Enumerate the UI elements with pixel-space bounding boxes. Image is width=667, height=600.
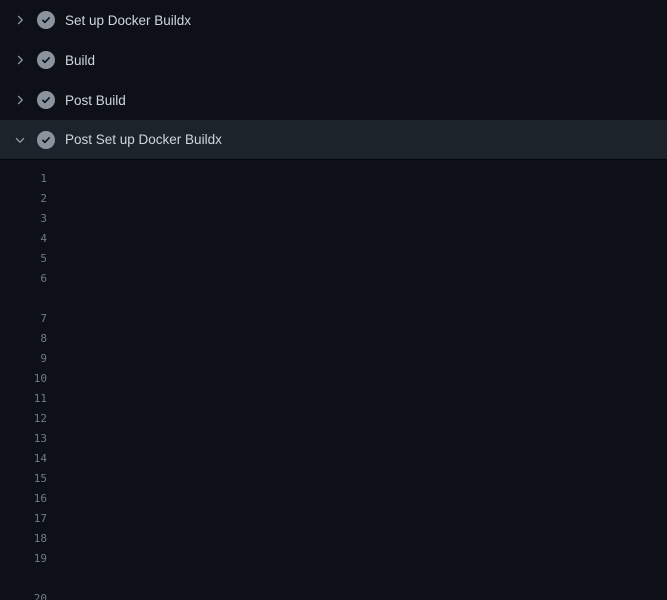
log-line: 14 time="2021-04-23T18:02:38Z" level=deb… bbox=[0, 449, 667, 469]
log-line-number[interactable]: 12 bbox=[0, 409, 47, 429]
log-line: 10 time="2021-04-23T18:02:37Z" level=inf… bbox=[0, 369, 667, 389]
chevron-right-icon[interactable] bbox=[12, 52, 28, 68]
log-line: 17 time="2021-04-23T18:02:38Z" level=deb… bbox=[0, 509, 667, 529]
log-line-number[interactable]: 3 bbox=[0, 209, 47, 229]
log-line-number[interactable]: 13 bbox=[0, 429, 47, 449]
log-line-number[interactable]: 5 bbox=[0, 249, 47, 269]
log-line: 15 time="2021-04-23T18:02:38Z" level=deb… bbox=[0, 469, 667, 489]
log-line-continuation: linux/riscv64 linux/ppc64le linux/s390x … bbox=[0, 289, 667, 309]
chevron-right-icon[interactable] bbox=[12, 92, 28, 108]
log-line-number[interactable]: 10 bbox=[0, 369, 47, 389]
log-line-number[interactable]: 8 bbox=[0, 329, 47, 349]
step-header-build[interactable]: Build bbox=[0, 40, 667, 80]
log-area: 1 Post job cleanup. 2 ▼ BuildKit contain… bbox=[0, 160, 667, 600]
log-line-number[interactable]: 14 bbox=[0, 449, 47, 469]
actions-log-viewer: Set up Docker Buildx Build Post Build bbox=[0, 0, 667, 600]
log-line-number[interactable]: 6 bbox=[0, 269, 47, 289]
log-line-number[interactable]: 7 bbox=[0, 309, 47, 329]
log-line: 20 time="2021-04-23T18:02:38Z" level=deb… bbox=[0, 589, 667, 600]
log-line-number[interactable]: 18 bbox=[0, 529, 47, 549]
step-header-post-build[interactable]: Post Build bbox=[0, 80, 667, 120]
chevron-right-icon[interactable] bbox=[12, 12, 28, 28]
step-label: Post Build bbox=[65, 93, 126, 108]
check-circle-icon bbox=[37, 131, 55, 149]
log-command-line: 3 /usr/bin/docker logs buildx_buildkit_b… bbox=[0, 209, 667, 229]
step-header-set-up-docker-buildx[interactable]: Set up Docker Buildx bbox=[0, 0, 667, 40]
check-circle-icon bbox=[37, 51, 55, 69]
log-group-line: 2 ▼ BuildKit container logs bbox=[0, 189, 667, 209]
log-line-number[interactable]: 19 bbox=[0, 549, 47, 569]
log-line-number[interactable]: 17 bbox=[0, 509, 47, 529]
steps-list: Set up Docker Buildx Build Post Build bbox=[0, 0, 667, 160]
log-line: 9 time="2021-04-23T18:02:37Z" level=warn… bbox=[0, 349, 667, 369]
step-header-post-set-up-docker-buildx[interactable]: Post Set up Docker Buildx bbox=[0, 120, 667, 160]
log-line: 6 time="2021-04-23T18:02:37Z" level=info… bbox=[0, 269, 667, 289]
log-line: 4 time="2021-04-23T18:02:37Z" level=info… bbox=[0, 229, 667, 249]
log-line-number[interactable]: 4 bbox=[0, 229, 47, 249]
log-line: 5 time="2021-04-23T18:02:37Z" level=warn… bbox=[0, 249, 667, 269]
log-line: 19 time="2021-04-23T18:02:38Z" level=deb… bbox=[0, 549, 667, 569]
log-line: 7 time="2021-04-23T18:02:37Z" level=warn… bbox=[0, 309, 667, 329]
log-line-number[interactable]: 2 bbox=[0, 189, 47, 209]
log-line: 12 time="2021-04-23T18:02:38Z" level=deb… bbox=[0, 409, 667, 429]
chevron-down-icon[interactable] bbox=[12, 132, 28, 148]
check-circle-icon bbox=[37, 11, 55, 29]
log-line: 18 time="2021-04-23T18:02:38Z" level=deb… bbox=[0, 529, 667, 549]
check-circle-icon bbox=[37, 91, 55, 109]
log-line: 8 time="2021-04-23T18:02:37Z" level=info… bbox=[0, 329, 667, 349]
log-line: 13 time="2021-04-23T18:02:38Z" level=deb… bbox=[0, 429, 667, 449]
log-line: 11 time="2021-04-23T18:02:38Z" level=deb… bbox=[0, 389, 667, 409]
step-label: Build bbox=[65, 53, 95, 68]
log-line-number[interactable]: 15 bbox=[0, 469, 47, 489]
log-line-number[interactable]: 11 bbox=[0, 389, 47, 409]
log-line-number[interactable]: 9 bbox=[0, 349, 47, 369]
step-label: Set up Docker Buildx bbox=[65, 13, 191, 28]
log-line-number[interactable]: 16 bbox=[0, 489, 47, 509]
log-line-number[interactable]: 1 bbox=[0, 169, 47, 189]
log-line-number[interactable]: 20 bbox=[0, 589, 47, 600]
log-line-continuation: application/vnd.oci.image.index.v1+json,… bbox=[0, 569, 667, 589]
log-line: 1 Post job cleanup. bbox=[0, 169, 667, 189]
log-line: 16 time="2021-04-23T18:02:38Z" level=deb… bbox=[0, 489, 667, 509]
step-label: Post Set up Docker Buildx bbox=[65, 132, 222, 147]
